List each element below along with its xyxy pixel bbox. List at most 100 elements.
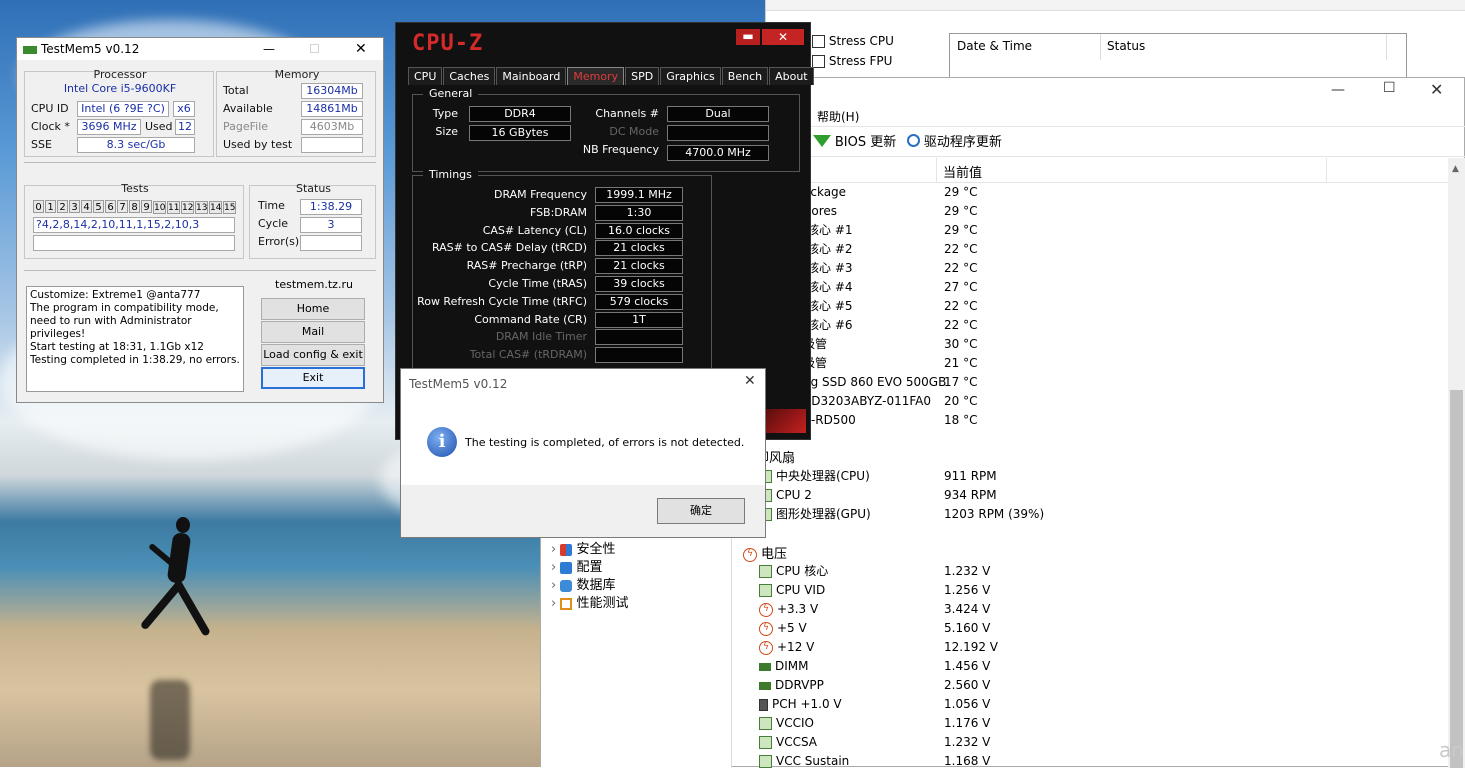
available-value: 14861Mb: [301, 101, 363, 117]
close-button[interactable]: ✕: [744, 373, 756, 389]
sensor-row[interactable]: 中央处理器(CPU) 911 RPM: [759, 467, 1359, 486]
sensor-value: 21 °C: [944, 356, 978, 370]
minimize-button[interactable]: ▬: [736, 29, 760, 45]
tab-spd[interactable]: SPD: [625, 67, 660, 85]
expand-chevron-icon: ›: [551, 578, 557, 593]
bios-update-button[interactable]: BIOS 更新: [813, 131, 896, 150]
home-button[interactable]: Home: [261, 298, 365, 320]
sensor-row[interactable]: VCCSA 1.232 V: [759, 733, 1359, 752]
minimize-button[interactable]: —: [263, 38, 275, 60]
test-cell: 11: [167, 201, 180, 214]
dialog-message: The testing is completed, of errors is n…: [465, 436, 745, 449]
tree-item-database[interactable]: › 数据库: [551, 577, 616, 595]
sensor-row[interactable]: /核心 #6 22 °C: [803, 316, 1403, 335]
total-label: Total: [223, 84, 249, 97]
tab-graphics[interactable]: Graphics: [660, 67, 721, 85]
timing-value: 1999.1 MHz: [595, 187, 683, 203]
information-icon: i: [427, 427, 457, 457]
sensor-table-header: 当前值: [731, 158, 1451, 183]
timing-label: Command Rate (CR): [474, 312, 587, 326]
cpuz-tab-bar: CPU Caches Mainboard Memory SPD Graphics Bench…: [408, 67, 815, 85]
column-header-status[interactable]: Status: [1107, 39, 1145, 53]
close-button[interactable]: ✕: [1430, 80, 1443, 99]
load-config-exit-button[interactable]: Load config & exit: [261, 344, 365, 366]
sensor-row[interactable]: ackage 29 °C: [803, 183, 1403, 202]
tab-cpu[interactable]: CPU: [408, 67, 443, 85]
sensor-value: 1.232 V: [944, 564, 991, 578]
voltage-list: CPU 核心 1.232 V CPU VID 1.256 V ϟ +3.3 V 3.424 …: [759, 562, 1359, 771]
test-cell: 1: [45, 200, 56, 213]
timing-row: DRAM Frequency 1999.1 MHz: [413, 186, 713, 204]
stress-cpu-label: Stress CPU: [828, 34, 894, 48]
timing-label: RAS# to CAS# Delay (tRCD): [431, 241, 587, 255]
menu-help[interactable]: 帮助(H): [817, 108, 859, 125]
minimize-button[interactable]: —: [1331, 82, 1345, 98]
vertical-scrollbar[interactable]: ▲: [1448, 158, 1465, 768]
sensor-value: 911 RPM: [944, 469, 997, 483]
used-by-test-label: Used by test: [223, 138, 293, 151]
time-label: Time: [258, 199, 285, 212]
test-sequence: ?4,2,8,14,2,10,11,1,15,2,10,3: [33, 217, 235, 233]
group-title: Memory: [274, 68, 320, 81]
scrollbar-thumb[interactable]: [1450, 390, 1463, 768]
sensor-row[interactable]: 图形处理器(GPU) 1203 RPM (39%): [759, 505, 1359, 524]
sensor-row[interactable]: /核心 #3 22 °C: [803, 259, 1403, 278]
sensor-row[interactable]: DIMM 1.456 V: [759, 657, 1359, 676]
log-line: Customize: Extreme1 @anta777: [30, 289, 201, 301]
maximize-button[interactable]: ☐: [309, 38, 320, 60]
sensor-row[interactable]: CPU VID 1.256 V: [759, 581, 1359, 600]
column-header-datetime[interactable]: Date & Time: [957, 39, 1032, 53]
tab-caches[interactable]: Caches: [443, 67, 496, 85]
tree-item-benchmark[interactable]: › 性能测试: [551, 595, 629, 613]
sensor-row[interactable]: DDRVPP 2.560 V: [759, 676, 1359, 695]
log-textarea[interactable]: Customize: Extreme1 @anta777 The program …: [26, 286, 244, 392]
sensor-row[interactable]: VD3203ABYZ-011FA0 20 °C: [803, 392, 1403, 411]
sensor-label: VD3203ABYZ-011FA0: [803, 394, 931, 408]
timing-value: 21 clocks: [595, 258, 683, 275]
column-header-value[interactable]: 当前值: [943, 162, 982, 181]
tree-item-security[interactable]: › 安全性: [551, 541, 616, 559]
sensor-row[interactable]: /核心 #2 22 °C: [803, 240, 1403, 259]
sensor-row[interactable]: ϟ +3.3 V 3.424 V: [759, 600, 1359, 619]
tab-memory[interactable]: Memory: [567, 67, 625, 85]
sensor-row[interactable]: CPU 2 934 RPM: [759, 486, 1359, 505]
test-cells: 0 1 2 3 4 5 6 7 8 9 10 11 12 13 14 15: [33, 199, 237, 214]
tab-about[interactable]: About: [769, 67, 814, 85]
maximize-button[interactable]: ☐: [1383, 80, 1396, 96]
close-button[interactable]: ✕: [762, 29, 804, 45]
type-label: Type: [432, 107, 458, 120]
used-by-test-value: [301, 137, 363, 153]
mail-button[interactable]: Mail: [261, 321, 365, 343]
voltage-section-heading[interactable]: ϟ 电压: [743, 543, 787, 562]
scroll-up-icon[interactable]: ▲: [1452, 164, 1459, 174]
sensor-row[interactable]: ng SSD 860 EVO 500GB 17 °C: [803, 373, 1403, 392]
exit-button[interactable]: Exit: [261, 367, 365, 389]
window-title: TestMem5 v0.12: [41, 42, 140, 56]
sensor-row[interactable]: /核心 #5 22 °C: [803, 297, 1403, 316]
close-button[interactable]: ✕: [355, 38, 367, 60]
database-icon: [560, 579, 573, 592]
sensor-row[interactable]: Cores 29 °C: [803, 202, 1403, 221]
timing-value: 39 clocks: [595, 275, 683, 292]
sensor-row[interactable]: /核心 #1 29 °C: [803, 221, 1403, 240]
sensor-row[interactable]: ϟ +5 V 5.160 V: [759, 619, 1359, 638]
site-link[interactable]: testmem.tz.ru: [252, 278, 376, 291]
stress-cpu-checkbox[interactable]: Stress CPU: [812, 34, 894, 48]
sensor-row[interactable]: VCC Sustain 1.168 V: [759, 752, 1359, 771]
sensor-row[interactable]: /核心 #4 27 °C: [803, 278, 1403, 297]
stress-fpu-checkbox[interactable]: Stress FPU: [812, 54, 892, 68]
sensor-row[interactable]: CPU 核心 1.232 V: [759, 562, 1359, 581]
size-label: Size: [435, 125, 458, 138]
sensor-row[interactable]: PCH +1.0 V 1.056 V: [759, 695, 1359, 714]
sensor-row[interactable]: 极管 30 °C: [803, 335, 1403, 354]
sensor-value: 22 °C: [944, 242, 978, 256]
sensor-row[interactable]: VCCIO 1.176 V: [759, 714, 1359, 733]
driver-update-button[interactable]: 驱动程序更新: [907, 131, 1002, 150]
tab-mainboard[interactable]: Mainboard: [496, 67, 567, 85]
sensor-row[interactable]: 极管 21 °C: [803, 354, 1403, 373]
sensor-row[interactable]: A-RD500 18 °C: [803, 411, 1403, 430]
tab-bench[interactable]: Bench: [721, 67, 769, 85]
ok-button[interactable]: 确定: [657, 498, 745, 524]
sensor-row[interactable]: ϟ +12 V 12.192 V: [759, 638, 1359, 657]
tree-item-config[interactable]: › 配置: [551, 559, 603, 577]
